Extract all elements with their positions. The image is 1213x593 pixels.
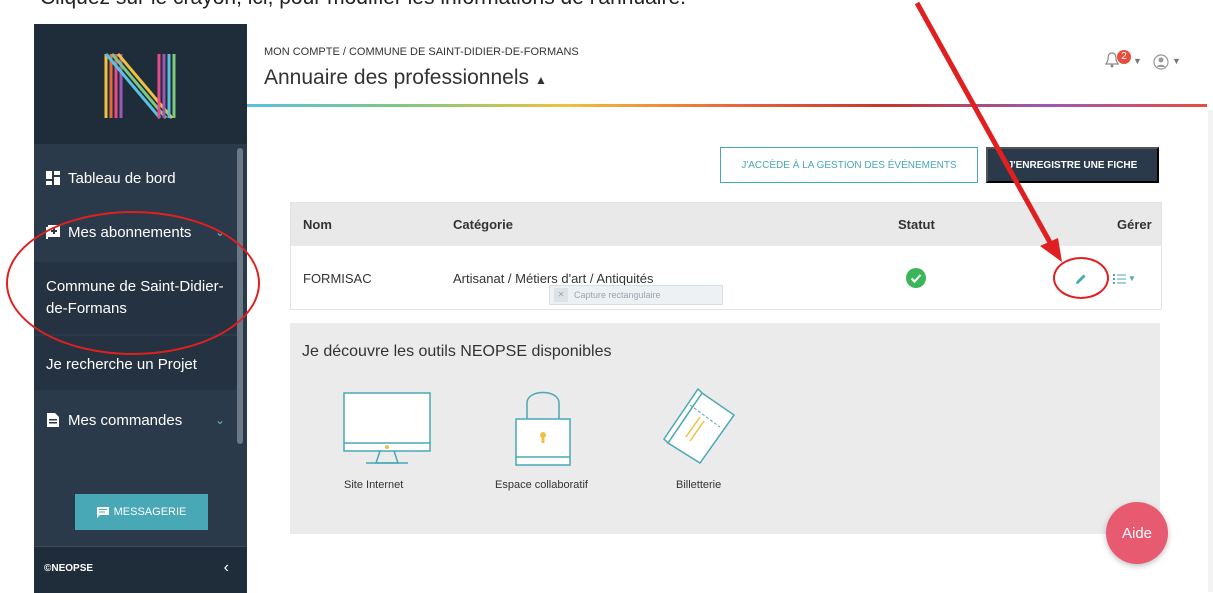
document-text-strip: Cliquez sur le crayon, ici, pour modifie… [0,0,1213,24]
help-label: Aide [1121,524,1153,542]
tools-title: Je découvre les outils NEOPSE disponible… [302,343,612,360]
orders-icon [47,413,59,427]
column-header-manage: Gérer [1117,217,1152,232]
tool-site-internet[interactable] [342,391,432,472]
close-icon: ✕ [554,288,568,302]
collapse-sidebar-icon[interactable]: ‹ [224,559,229,577]
directory-table: Nom Catégorie Statut Gérer FORMISAC Arti… [290,202,1162,310]
logo[interactable] [34,24,247,144]
tool-billetterie[interactable] [660,385,740,470]
chevron-down-icon[interactable]: ▼ [1172,56,1181,66]
messagerie-label: MESSAGERIE [113,506,187,518]
breadcrumb[interactable]: MON COMPTE / COMMUNE DE SAINT-DIDIER-DE-… [264,46,579,58]
column-header-category: Catégorie [453,217,513,232]
register-sheet-button[interactable]: J'ENREGISTRE UNE FICHE [986,147,1159,183]
notification-badge: 2 [1117,50,1131,64]
sidebar-item-dashboard[interactable]: Tableau de bord [34,162,239,194]
annotation-ellipse [6,211,260,355]
user-avatar-icon[interactable] [1153,54,1169,70]
tool-label: Site Internet [344,479,404,491]
tools-panel: Je découvre les outils NEOPSE disponible… [290,323,1160,534]
page-title[interactable]: Annuaire des professionnels ▲ [264,66,547,90]
sidebar-item-label: Je recherche un Projet [46,356,197,373]
chevron-down-icon: ⌄ [214,413,225,427]
monitor-icon [343,392,431,464]
table-row: FORMISAC Artisanat / Métiers d'art / Ant… [291,246,1161,309]
message-icon [96,506,109,518]
copyright-text: ©NEOPSE [44,563,94,574]
document-text: Cliquez sur le crayon, ici, pour modifie… [40,0,686,10]
column-header-name: Nom [303,217,332,232]
register-sheet-label: J'ENREGISTRE UNE FICHE [1007,159,1138,171]
sidebar-footer: ©NEOPSE ‹ [34,546,247,593]
column-header-status: Statut [898,217,935,232]
neopse-logo-icon [104,53,176,119]
page-title-text: Annuaire des professionnels [264,66,530,89]
sidebar-item-label: Mes commandes [68,411,183,429]
tool-espace-collaboratif[interactable] [514,385,572,472]
header-divider [247,104,1207,107]
padlock-icon [515,391,571,466]
tool-label: Espace collaboratif [495,479,588,491]
help-button[interactable]: Aide [1106,502,1168,564]
tickets-icon [663,387,736,465]
tooltip-text: Capture rectangulaire [574,290,661,300]
tool-label: Billetterie [676,479,722,491]
sidebar-item-label: Tableau de bord [68,169,176,187]
events-management-label: J'ACCÈDE À LA GESTION DES ÉVÉNEMENTS [741,159,957,171]
row-category: Artisanat / Métiers d'art / Antiquités [453,271,654,286]
page-scrollbar[interactable] [1208,110,1213,592]
chevron-down-icon[interactable]: ▼ [1128,274,1136,283]
capture-tooltip: ✕ Capture rectangulaire [549,285,723,305]
dashboard-icon [46,171,60,185]
chevron-down-icon[interactable]: ▼ [1133,56,1142,66]
table-header: Nom Catégorie Statut Gérer [291,203,1161,246]
caret-up-icon: ▲ [535,73,547,87]
row-name: FORMISAC [303,271,372,286]
events-management-button[interactable]: J'ACCÈDE À LA GESTION DES ÉVÉNEMENTS [720,147,978,183]
pencil-edit-icon[interactable] [1074,272,1088,286]
messagerie-button[interactable]: MESSAGERIE [75,494,208,530]
list-menu-icon[interactable] [1113,274,1126,284]
status-ok-icon [906,268,926,288]
sidebar-item-orders[interactable]: Mes commandes ⌄ [34,404,239,436]
